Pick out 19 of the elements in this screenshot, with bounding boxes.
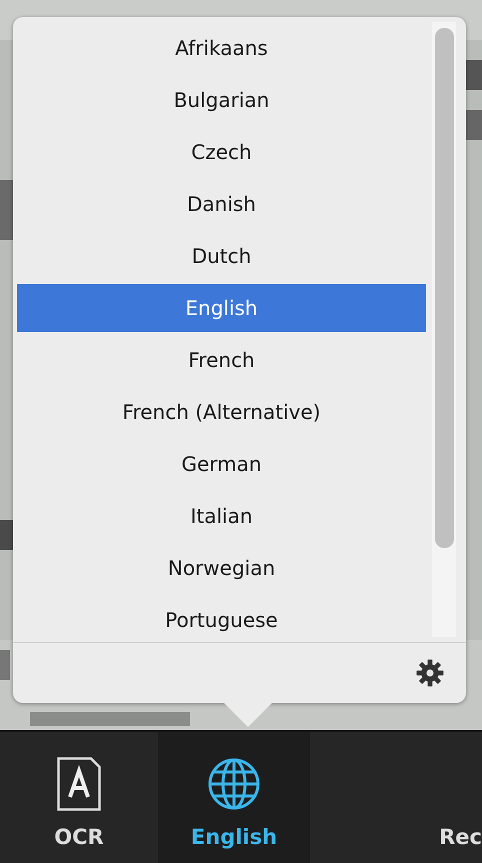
language-option[interactable]: Danish (17, 178, 426, 230)
document-icon (57, 757, 101, 811)
toolbar-button[interactable]: OCR (0, 732, 158, 863)
globe-icon (207, 757, 261, 811)
language-option[interactable]: Portuguese (17, 594, 426, 646)
language-option[interactable]: English (17, 284, 426, 332)
language-option[interactable]: Dutch (17, 230, 426, 282)
language-option[interactable]: German (17, 438, 426, 490)
settings-icon[interactable] (416, 659, 444, 687)
language-option[interactable]: French (Alternative) (17, 386, 426, 438)
language-option[interactable]: Bulgarian (17, 74, 426, 126)
scrollbar[interactable] (432, 22, 456, 637)
language-option[interactable]: Italian (17, 490, 426, 542)
toolbar-button[interactable]: Rec (310, 732, 482, 863)
language-option[interactable]: Norwegian (17, 542, 426, 594)
language-option[interactable]: Czech (17, 126, 426, 178)
toolbar-button[interactable]: English (158, 732, 310, 863)
language-option[interactable]: Afrikaans (17, 22, 426, 74)
language-option[interactable]: French (17, 334, 426, 386)
